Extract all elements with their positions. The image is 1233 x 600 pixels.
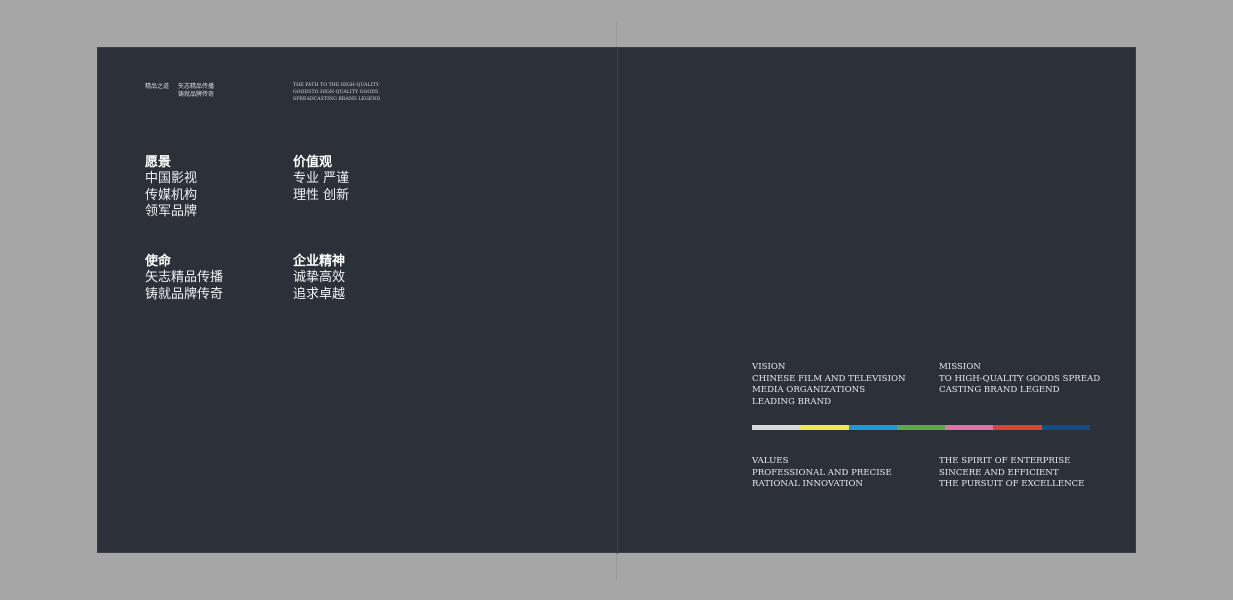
tagline-label: 精品之道 xyxy=(145,83,170,90)
left-page: 精品之道 矢志精品传播 铸就品牌传奇 THE PATH TO THE HIGH-… xyxy=(98,48,617,554)
values-en-line: RATIONAL INNOVATION xyxy=(752,479,863,490)
tagline-chinese: 矢志精品传播 铸就品牌传奇 xyxy=(178,83,214,99)
vision-block-en: VISION CHINESE FILM AND TELEVISION MEDIA… xyxy=(752,362,906,408)
color-stripe-segment xyxy=(945,425,994,430)
tagline-line: 矢志精品传播 xyxy=(178,83,215,90)
tagline-english-line: SPREADCASTING BRAND LEGEND xyxy=(293,97,381,102)
color-stripe-segment xyxy=(752,425,801,430)
tagline-english-line: THE PATH TO THE HIGH-QUALITY xyxy=(293,83,379,88)
right-page: VISION CHINESE FILM AND TELEVISION MEDIA… xyxy=(618,48,1137,554)
vision-en-line: VISION xyxy=(752,362,786,372)
mission-block-en: MISSION TO HIGH-QUALITY GOODS SPREAD CAS… xyxy=(939,362,1100,397)
spirit-line: 追求卓越 xyxy=(293,286,346,302)
vision-en-line: MEDIA ORGANIZATIONS xyxy=(752,385,866,396)
color-stripe-segment xyxy=(896,425,946,430)
spirit-line: 诚挚高效 xyxy=(293,270,346,285)
values-block-cn: 价值观 专业 严谨 理性 创新 xyxy=(293,155,349,204)
color-stripe-segment xyxy=(848,425,897,430)
mission-line: 矢志精品传播 xyxy=(145,270,224,285)
mission-en-line: TO HIGH-QUALITY GOODS SPREAD xyxy=(939,373,1101,384)
mission-line: 铸就品牌传奇 xyxy=(145,286,224,302)
values-line: 理性 创新 xyxy=(293,187,350,203)
spirit-en-line: THE PURSUIT OF EXCELLENCE xyxy=(939,479,1085,490)
color-stripe-segment xyxy=(993,425,1042,430)
values-line: 专业 严谨 xyxy=(293,171,350,186)
values-block-en: VALUES PROFESSIONAL AND PRECISE RATIONAL… xyxy=(752,456,892,491)
vision-en-line: CHINESE FILM AND TELEVISION xyxy=(752,373,906,384)
color-stripe-segment xyxy=(1041,425,1090,430)
mission-block-cn: 使命 矢志精品传播 铸就品牌传奇 xyxy=(145,254,223,303)
vision-line: 传媒机构 xyxy=(145,187,198,203)
tagline-english-line: GOODSTO HIGH-QUALITY GOODS xyxy=(293,90,379,95)
color-stripe-bar xyxy=(752,425,1090,430)
vision-block-cn: 愿景 中国影视 传媒机构 领军品牌 xyxy=(145,155,197,221)
spirit-block-en: THE SPIRIT OF ENTERPRISE SINCERE AND EFF… xyxy=(939,456,1084,491)
values-title: 价值观 xyxy=(293,155,333,170)
vision-en-line: LEADING BRAND xyxy=(752,396,831,407)
color-stripe-segment xyxy=(800,425,849,430)
values-en-line: PROFESSIONAL AND PRECISE xyxy=(752,467,892,478)
spirit-block-cn: 企业精神 诚挚高效 追求卓越 xyxy=(293,254,345,303)
brochure-spread: 精品之道 矢志精品传播 铸就品牌传奇 THE PATH TO THE HIGH-… xyxy=(97,47,1137,554)
vision-line: 领军品牌 xyxy=(145,204,198,219)
vision-line: 中国影视 xyxy=(145,171,198,186)
mission-en-line: MISSION xyxy=(939,362,981,372)
values-en-line: VALUES xyxy=(752,456,789,466)
tagline-line: 铸就品牌传奇 xyxy=(178,91,215,98)
vision-title: 愿景 xyxy=(145,155,172,170)
tagline-english: THE PATH TO THE HIGH-QUALITY GOODSTO HIG… xyxy=(293,82,380,103)
mission-en-line: CASTING BRAND LEGEND xyxy=(939,385,1060,396)
spirit-en-line: SINCERE AND EFFICIENT xyxy=(939,467,1059,478)
spirit-title: 企业精神 xyxy=(293,254,346,269)
mission-title: 使命 xyxy=(145,254,172,269)
spirit-en-line: THE SPIRIT OF ENTERPRISE xyxy=(939,456,1071,466)
